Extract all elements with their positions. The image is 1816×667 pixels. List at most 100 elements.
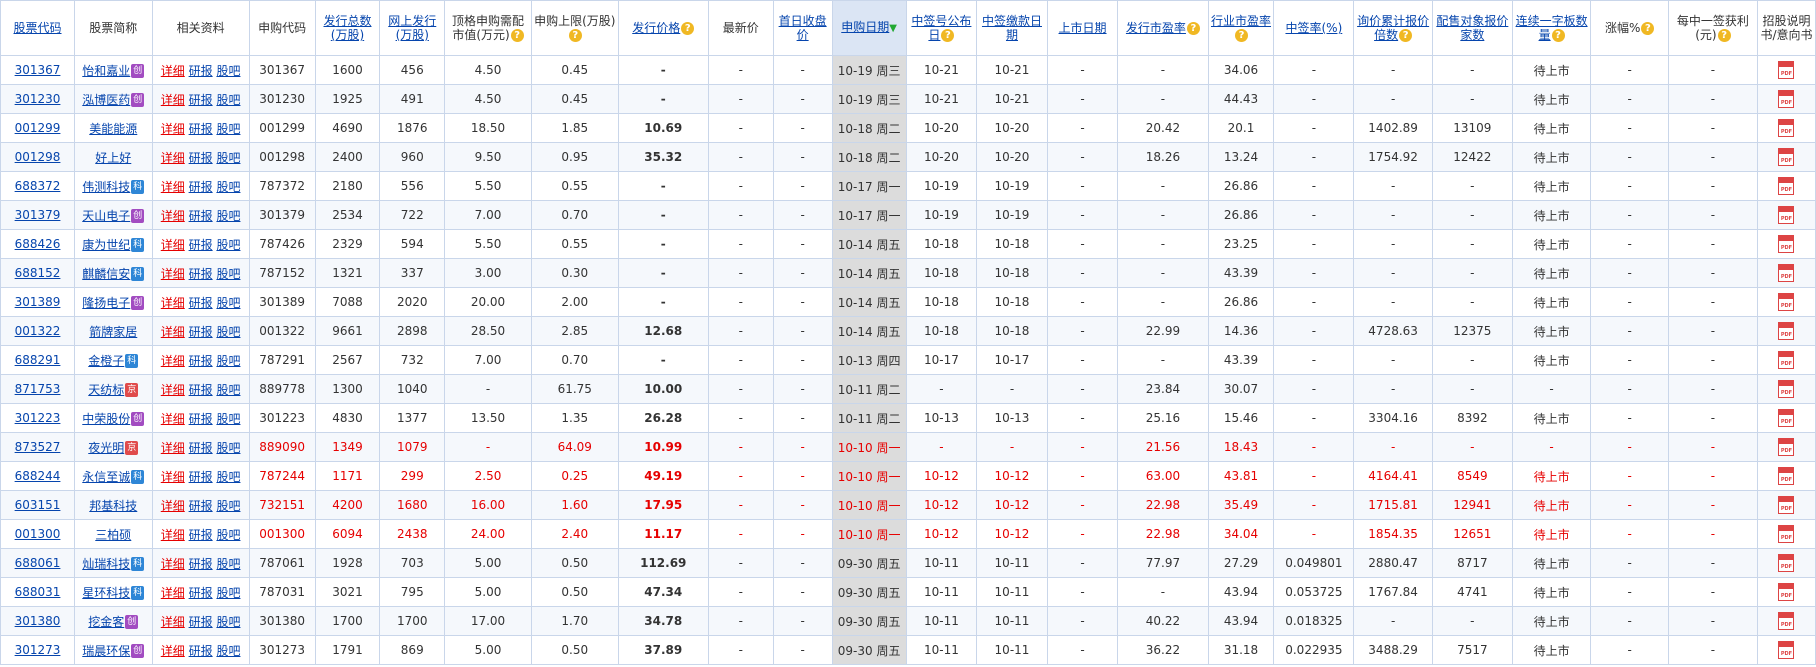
stock-code-link[interactable]: 301273 (15, 643, 61, 657)
column-header-14[interactable]: 上市日期 (1046, 0, 1119, 56)
forum-link[interactable]: 股吧 (216, 586, 240, 600)
detail-link[interactable]: 详细 (161, 151, 185, 165)
column-header-11[interactable]: 申购日期▼ (831, 0, 907, 56)
help-icon[interactable]: ? (1551, 29, 1565, 42)
stock-code-link[interactable]: 603151 (15, 498, 61, 512)
research-link[interactable]: 研报 (189, 412, 213, 426)
help-icon[interactable]: ? (1235, 29, 1248, 42)
stock-name-link[interactable]: 灿瑞科技 (82, 557, 130, 571)
detail-link[interactable]: 详细 (161, 383, 185, 397)
pdf-icon[interactable] (1778, 177, 1795, 195)
forum-link[interactable]: 股吧 (216, 528, 240, 542)
pdf-icon[interactable] (1778, 206, 1795, 224)
stock-name-link[interactable]: 星环科技 (82, 586, 130, 600)
stock-code-link[interactable]: 001299 (15, 121, 61, 135)
research-link[interactable]: 研报 (189, 122, 213, 136)
stock-code-link[interactable]: 688426 (15, 237, 61, 251)
research-link[interactable]: 研报 (189, 64, 213, 78)
stock-name-link[interactable]: 金橙子 (88, 354, 124, 368)
pdf-icon[interactable] (1778, 235, 1795, 253)
research-link[interactable]: 研报 (189, 528, 213, 542)
stock-name-link[interactable]: 中荣股份 (82, 412, 130, 426)
column-header-12[interactable]: 中签号公布日? (905, 0, 978, 56)
stock-name-link[interactable]: 瑞晨环保 (82, 644, 130, 658)
sort-arrow-down-icon[interactable]: ▼ (889, 22, 897, 36)
research-link[interactable]: 研报 (189, 586, 213, 600)
column-header-5[interactable]: 网上发行(万股) (379, 0, 446, 56)
detail-link[interactable]: 详细 (161, 180, 185, 194)
forum-link[interactable]: 股吧 (216, 151, 240, 165)
detail-link[interactable]: 详细 (161, 441, 185, 455)
detail-link[interactable]: 详细 (161, 528, 185, 542)
stock-name-link[interactable]: 怡和嘉业 (82, 64, 130, 78)
forum-link[interactable]: 股吧 (216, 412, 240, 426)
help-icon[interactable]: ? (1717, 29, 1731, 42)
forum-link[interactable]: 股吧 (216, 557, 240, 571)
stock-code-link[interactable]: 688152 (15, 266, 61, 280)
stock-name-link[interactable]: 康为世纪 (82, 238, 130, 252)
column-header-10[interactable]: 首日收盘价 (772, 0, 833, 56)
stock-code-link[interactable]: 301230 (15, 92, 61, 106)
stock-code-link[interactable]: 301379 (15, 208, 61, 222)
help-icon[interactable]: ? (510, 29, 524, 42)
detail-link[interactable]: 详细 (161, 267, 185, 281)
stock-name-link[interactable]: 天纺标 (88, 383, 124, 397)
detail-link[interactable]: 详细 (161, 412, 185, 426)
column-header-16[interactable]: 行业市盈率? (1207, 0, 1275, 56)
detail-link[interactable]: 详细 (161, 470, 185, 484)
stock-name-link[interactable]: 夜光明 (88, 441, 124, 455)
stock-name-link[interactable]: 邦基科技 (89, 499, 137, 513)
research-link[interactable]: 研报 (189, 441, 213, 455)
pdf-icon[interactable] (1778, 293, 1795, 311)
pdf-icon[interactable] (1778, 119, 1795, 137)
column-header-15[interactable]: 发行市盈率? (1117, 0, 1209, 56)
detail-link[interactable]: 详细 (161, 64, 185, 78)
column-header-0[interactable]: 股票代码 (0, 0, 76, 56)
pdf-icon[interactable] (1778, 409, 1795, 427)
detail-link[interactable]: 详细 (161, 238, 185, 252)
forum-link[interactable]: 股吧 (216, 209, 240, 223)
research-link[interactable]: 研报 (189, 615, 213, 629)
stock-name-link[interactable]: 隆扬电子 (82, 296, 130, 310)
column-header-13[interactable]: 中签缴款日期 (976, 0, 1048, 56)
detail-link[interactable]: 详细 (161, 296, 185, 310)
stock-code-link[interactable]: 688031 (15, 585, 61, 599)
pdf-icon[interactable] (1778, 90, 1795, 108)
detail-link[interactable]: 详细 (161, 354, 185, 368)
pdf-icon[interactable] (1778, 554, 1795, 572)
detail-link[interactable]: 详细 (161, 499, 185, 513)
stock-name-link[interactable]: 泓博医药 (82, 93, 130, 107)
research-link[interactable]: 研报 (189, 470, 213, 484)
help-icon[interactable]: ? (568, 29, 582, 42)
research-link[interactable]: 研报 (189, 93, 213, 107)
detail-link[interactable]: 详细 (161, 557, 185, 571)
pdf-icon[interactable] (1778, 351, 1795, 369)
stock-name-link[interactable]: 好上好 (95, 151, 131, 165)
research-link[interactable]: 研报 (189, 383, 213, 397)
stock-code-link[interactable]: 001300 (15, 527, 61, 541)
forum-link[interactable]: 股吧 (216, 122, 240, 136)
research-link[interactable]: 研报 (189, 325, 213, 339)
research-link[interactable]: 研报 (189, 180, 213, 194)
stock-code-link[interactable]: 688291 (15, 353, 61, 367)
stock-code-link[interactable]: 301380 (15, 614, 61, 628)
stock-name-link[interactable]: 三柏硕 (95, 528, 131, 542)
pdf-icon[interactable] (1778, 641, 1795, 659)
forum-link[interactable]: 股吧 (216, 325, 240, 339)
detail-link[interactable]: 详细 (161, 615, 185, 629)
help-icon[interactable]: ? (1186, 22, 1200, 35)
column-header-4[interactable]: 发行总数(万股) (314, 0, 381, 56)
pdf-icon[interactable] (1778, 380, 1795, 398)
pdf-icon[interactable] (1778, 264, 1795, 282)
stock-code-link[interactable]: 688244 (15, 469, 61, 483)
column-header-17[interactable]: 中签率(%) (1273, 0, 1355, 56)
forum-link[interactable]: 股吧 (216, 470, 240, 484)
stock-code-link[interactable]: 688372 (15, 179, 61, 193)
detail-link[interactable]: 详细 (161, 586, 185, 600)
column-header-20[interactable]: 连续一字板数量? (1511, 0, 1592, 56)
detail-link[interactable]: 详细 (161, 325, 185, 339)
stock-name-link[interactable]: 麒麟信安 (82, 267, 130, 281)
research-link[interactable]: 研报 (189, 557, 213, 571)
stock-name-link[interactable]: 天山电子 (82, 209, 130, 223)
pdf-icon[interactable] (1778, 438, 1795, 456)
